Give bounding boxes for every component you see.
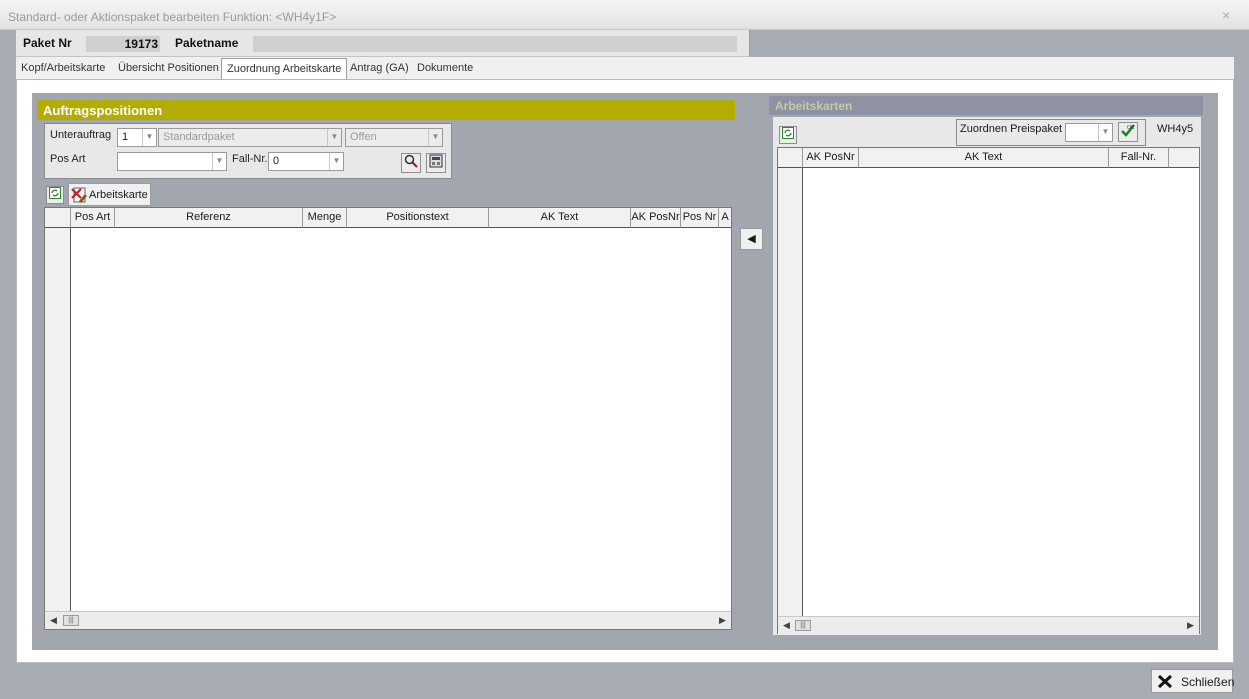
paket-nr-label: Paket Nr bbox=[23, 36, 72, 50]
paket-type-select[interactable]: Standardpaket ▼ bbox=[158, 128, 342, 147]
refresh-button[interactable] bbox=[779, 126, 797, 144]
arrow-left-icon: ◀ bbox=[747, 233, 756, 245]
zuordnen-preispaket-select[interactable]: ▼ bbox=[1065, 123, 1113, 142]
tab-dokumente[interactable]: Dokumente bbox=[417, 62, 473, 74]
column-header-empty bbox=[1169, 148, 1199, 168]
left-toolbar: Arbeitskarte bbox=[44, 182, 152, 206]
arbeitskarten-grid: AK PosNr AK Text Fall-Nr. ◀ ||| ▶ bbox=[777, 147, 1200, 634]
arbeitskarte-button[interactable]: Arbeitskarte bbox=[68, 183, 151, 206]
status-select[interactable]: Offen ▼ bbox=[345, 128, 443, 147]
chevron-down-icon: ▼ bbox=[327, 129, 341, 146]
pos-art-select[interactable]: ▼ bbox=[117, 152, 227, 171]
chevron-down-icon: ▼ bbox=[428, 129, 442, 146]
schliessen-label: Schließen bbox=[1181, 675, 1235, 689]
column-header[interactable]: AK PosNr bbox=[803, 148, 859, 168]
row-header-corner bbox=[778, 148, 803, 168]
pos-art-label: Pos Art bbox=[50, 153, 86, 165]
column-header[interactable]: Fall-Nr. bbox=[1109, 148, 1169, 168]
window-title: Standard- oder Aktionspaket bearbeiten F… bbox=[8, 10, 337, 24]
column-header[interactable]: Referenz bbox=[115, 208, 303, 228]
arbeitskarten-title: Arbeitskarten bbox=[769, 96, 1203, 115]
arbeitskarte-icon bbox=[71, 187, 87, 203]
scroll-right-icon[interactable]: ▶ bbox=[1187, 620, 1194, 631]
chevron-down-icon: ▼ bbox=[212, 153, 226, 170]
auftragspositionen-grid: Pos Art Referenz Menge Positionstext AK … bbox=[44, 207, 732, 630]
horizontal-scrollbar[interactable]: ◀ ||| ▶ bbox=[45, 611, 731, 629]
column-header[interactable]: A bbox=[719, 208, 731, 228]
auftragspositionen-title: Auftragspositionen bbox=[37, 100, 735, 120]
tab-antrag-ga[interactable]: Antrag (GA) bbox=[350, 62, 409, 74]
column-header[interactable]: Pos Art bbox=[71, 208, 115, 228]
search-icon bbox=[404, 154, 418, 168]
refresh-icon bbox=[49, 187, 61, 199]
schliessen-button[interactable]: Schließen bbox=[1151, 669, 1235, 693]
close-x-icon bbox=[1158, 675, 1172, 688]
chevron-down-icon: ▼ bbox=[329, 153, 343, 170]
tab-kopf-arbeitskarte[interactable]: Kopf/Arbeitskarte bbox=[21, 62, 105, 74]
row-header-column bbox=[45, 228, 71, 611]
fall-nr-value: 0 bbox=[273, 155, 280, 167]
paketname-field[interactable] bbox=[253, 36, 737, 52]
scroll-left-icon[interactable]: ◀ bbox=[783, 620, 790, 631]
tab-bar: Kopf/Arbeitskarte Übersicht Positionen Z… bbox=[16, 57, 1234, 79]
chevron-down-icon: ▼ bbox=[1098, 124, 1112, 141]
column-header[interactable]: AK Text bbox=[859, 148, 1109, 168]
paket-nr-value: 19173 bbox=[86, 36, 160, 52]
svg-text:OK: OK bbox=[1127, 125, 1135, 131]
chevron-down-icon: ▼ bbox=[142, 129, 156, 146]
unterauftrag-label: Unterauftrag bbox=[50, 129, 112, 141]
refresh-button[interactable] bbox=[46, 186, 64, 204]
unterauftrag-value: 1 bbox=[122, 131, 129, 143]
code-label: WH4y5 bbox=[1157, 123, 1194, 135]
paket-header: Paket Nr 19173 Paketname bbox=[16, 30, 750, 57]
calculator-icon bbox=[429, 154, 443, 168]
row-header-column bbox=[778, 168, 803, 616]
calculator-button[interactable] bbox=[426, 153, 446, 173]
arbeitskarte-label: Arbeitskarte bbox=[89, 189, 148, 201]
scroll-thumb[interactable]: ||| bbox=[795, 620, 811, 631]
scroll-thumb[interactable]: ||| bbox=[63, 615, 79, 626]
column-header[interactable]: AK PosNr bbox=[631, 208, 681, 228]
scroll-left-icon[interactable]: ◀ bbox=[50, 615, 57, 626]
status-value: Offen bbox=[350, 131, 377, 143]
zuordnen-preispaket-box: Zuordnen Preispaket ▼ OK bbox=[956, 119, 1146, 146]
confirm-button[interactable]: OK bbox=[1118, 122, 1138, 142]
scroll-right-icon[interactable]: ▶ bbox=[719, 615, 726, 626]
paketname-label: Paketname bbox=[175, 36, 239, 50]
column-header[interactable]: AK Text bbox=[489, 208, 631, 228]
zuordnen-preispaket-label: Zuordnen Preispaket bbox=[960, 123, 1063, 135]
fall-nr-label: Fall-Nr. bbox=[232, 153, 268, 165]
column-header[interactable]: Pos Nr bbox=[681, 208, 719, 228]
row-header-corner bbox=[45, 208, 71, 228]
column-header[interactable]: Positionstext bbox=[347, 208, 489, 228]
refresh-icon bbox=[782, 127, 794, 139]
fall-nr-select[interactable]: 0 ▼ bbox=[268, 152, 344, 171]
window-titlebar: Standard- oder Aktionspaket bearbeiten F… bbox=[0, 0, 1249, 30]
column-header[interactable]: Menge bbox=[303, 208, 347, 228]
tab-zuordnung-arbeitskarte[interactable]: Zuordnung Arbeitskarte bbox=[221, 58, 348, 79]
horizontal-scrollbar[interactable]: ◀ ||| ▶ bbox=[778, 616, 1199, 634]
assign-left-button[interactable]: ◀ bbox=[740, 228, 763, 250]
search-button[interactable] bbox=[401, 153, 421, 173]
tab-uebersicht-positionen[interactable]: Übersicht Positionen bbox=[118, 62, 219, 74]
filter-box: Unterauftrag 1 ▼ Standardpaket ▼ Offen ▼… bbox=[44, 123, 452, 179]
window-close-icon[interactable]: × bbox=[1222, 7, 1230, 23]
paket-type-value: Standardpaket bbox=[163, 131, 235, 143]
unterauftrag-select[interactable]: 1 ▼ bbox=[117, 128, 157, 147]
check-icon: OK bbox=[1121, 124, 1135, 137]
